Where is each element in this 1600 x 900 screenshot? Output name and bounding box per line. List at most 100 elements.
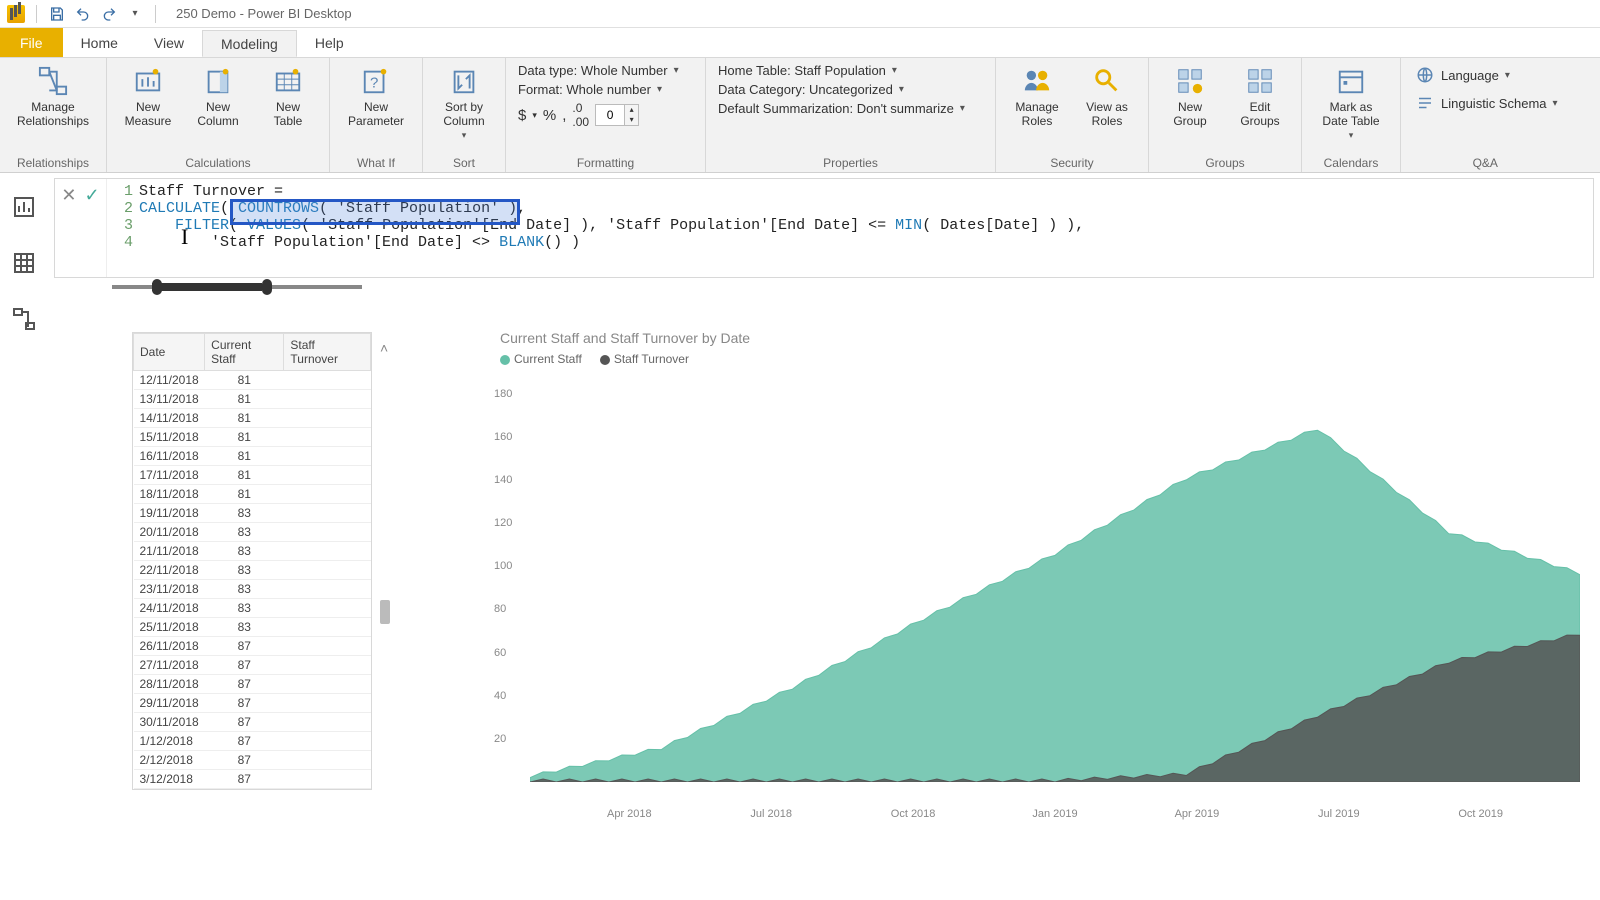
table-row[interactable]: 3/12/201887: [134, 770, 371, 789]
table-row[interactable]: 21/11/201883: [134, 542, 371, 561]
mark-as-date-table-button[interactable]: Mark as Date Table ▾: [1310, 62, 1392, 144]
decimal-button[interactable]: .0.00: [572, 101, 589, 129]
app-icon: [6, 4, 26, 24]
table-row[interactable]: 1/12/201887: [134, 732, 371, 751]
new-table-button[interactable]: New Table: [255, 62, 321, 130]
formula-editor[interactable]: 1Staff Turnover = 2CALCULATE( COUNTROWS(…: [107, 179, 1593, 277]
table-row[interactable]: 25/11/201883: [134, 618, 371, 637]
y-tick: 160: [494, 431, 512, 443]
new-group-button[interactable]: New Group: [1157, 62, 1223, 130]
ribbon: Manage Relationships Relationships New M…: [0, 58, 1600, 173]
chart-visual[interactable]: Current Staff and Staff Turnover by Date…: [500, 330, 1580, 830]
undo-icon[interactable]: [73, 4, 93, 24]
y-tick: 40: [494, 690, 506, 702]
decimal-places-input[interactable]: [596, 108, 624, 122]
ribbon-group-qa: Language▾ Linguistic Schema▾ Q&A: [1401, 58, 1570, 172]
table-row[interactable]: 2/12/201887: [134, 751, 371, 770]
tab-view[interactable]: View: [136, 28, 202, 57]
linguistic-schema-dropdown[interactable]: Linguistic Schema▾: [1409, 90, 1562, 116]
tab-modeling[interactable]: Modeling: [202, 30, 297, 57]
sort-by-column-button[interactable]: Sort by Column ▾: [431, 62, 497, 144]
table-row[interactable]: 26/11/201887: [134, 637, 371, 656]
table-row[interactable]: 23/11/201883: [134, 580, 371, 599]
data-view-button[interactable]: [8, 247, 40, 279]
new-measure-button[interactable]: New Measure: [115, 62, 181, 130]
chart-plot: 20406080100120140160180Apr 2018Jul 2018O…: [500, 372, 1580, 802]
table-row[interactable]: 28/11/201887: [134, 675, 371, 694]
scrollbar-thumb[interactable]: [380, 600, 390, 624]
new-parameter-button[interactable]: ? New Parameter: [338, 62, 414, 130]
slider-handle-left[interactable]: [152, 279, 162, 295]
percent-button[interactable]: %: [543, 107, 556, 124]
home-table-dropdown[interactable]: Home Table: Staff Population▾: [714, 62, 987, 79]
data-table[interactable]: DateCurrent StaffStaff Turnover 12/11/20…: [132, 332, 372, 790]
ribbon-group-whatif: ? New Parameter What If: [330, 58, 423, 172]
manage-relationships-button[interactable]: Manage Relationships: [8, 62, 98, 130]
table-row[interactable]: 29/11/201887: [134, 694, 371, 713]
ribbon-group-security: Manage Roles View as Roles Security: [996, 58, 1149, 172]
language-dropdown[interactable]: Language▾: [1409, 62, 1562, 88]
data-type-dropdown[interactable]: Data type: Whole Number▾: [514, 62, 697, 79]
format-dropdown[interactable]: Format: Whole number▾: [514, 81, 697, 98]
model-view-button[interactable]: [8, 303, 40, 335]
y-tick: 60: [494, 647, 506, 659]
data-category-dropdown[interactable]: Data Category: Uncategorized▾: [714, 81, 987, 98]
ribbon-group-calendars: Mark as Date Table ▾ Calendars: [1302, 58, 1401, 172]
tab-home[interactable]: Home: [63, 28, 136, 57]
decimal-places-spinner[interactable]: ▴▾: [595, 104, 639, 126]
manage-roles-button[interactable]: Manage Roles: [1004, 62, 1070, 130]
table-row[interactable]: 18/11/201881: [134, 485, 371, 504]
legend-dot-a: [500, 355, 510, 365]
chart-title: Current Staff and Staff Turnover by Date: [500, 330, 1580, 346]
table-row[interactable]: 27/11/201887: [134, 656, 371, 675]
ribbon-group-sort: Sort by Column ▾ Sort: [423, 58, 506, 172]
calendar-icon: [1334, 64, 1368, 98]
view-as-roles-button[interactable]: View as Roles: [1074, 62, 1140, 130]
save-icon[interactable]: [47, 4, 67, 24]
currency-button[interactable]: $: [518, 107, 526, 124]
ribbon-group-properties: Home Table: Staff Population▾ Data Categ…: [706, 58, 996, 172]
new-group-icon: [1173, 64, 1207, 98]
report-view-button[interactable]: [8, 191, 40, 223]
qat-dropdown-icon[interactable]: ▾: [125, 4, 145, 24]
table-row[interactable]: 14/11/201881: [134, 409, 371, 428]
tab-file[interactable]: File: [0, 28, 63, 57]
cancel-formula-button[interactable]: ✕: [61, 185, 76, 206]
date-slider[interactable]: [112, 285, 362, 289]
sort-icon: [447, 64, 481, 98]
tab-help[interactable]: Help: [297, 28, 362, 57]
x-tick: Oct 2018: [891, 808, 936, 820]
window-title: 250 Demo - Power BI Desktop: [176, 6, 352, 21]
table-icon: [271, 64, 305, 98]
table-row[interactable]: 12/11/201881: [134, 371, 371, 390]
summarization-dropdown[interactable]: Default Summarization: Don't summarize▾: [714, 100, 987, 117]
table-row[interactable]: 15/11/201881: [134, 428, 371, 447]
spin-up[interactable]: ▴: [625, 105, 638, 115]
thousands-button[interactable]: ,: [562, 107, 566, 124]
edit-groups-button[interactable]: Edit Groups: [1227, 62, 1293, 130]
slider-handle-right[interactable]: [262, 279, 272, 295]
table-row[interactable]: 13/11/201881: [134, 390, 371, 409]
table-row[interactable]: 19/11/201883: [134, 504, 371, 523]
table-row[interactable]: 17/11/201881: [134, 466, 371, 485]
table-row[interactable]: 22/11/201883: [134, 561, 371, 580]
table-row[interactable]: 24/11/201883: [134, 599, 371, 618]
table-row[interactable]: 16/11/201881: [134, 447, 371, 466]
y-tick: 120: [494, 517, 512, 529]
formula-bar[interactable]: ✕ ✓ 1Staff Turnover = 2CALCULATE( COUNTR…: [54, 178, 1594, 278]
ribbon-group-groups: New Group Edit Groups Groups: [1149, 58, 1302, 172]
separator: [36, 5, 37, 23]
column-header[interactable]: Staff Turnover: [284, 334, 371, 371]
relationships-icon: [36, 64, 70, 98]
spin-down[interactable]: ▾: [625, 115, 638, 125]
table-row[interactable]: 30/11/201887: [134, 713, 371, 732]
scroll-up-icon[interactable]: ˄: [380, 340, 388, 356]
column-header[interactable]: Date: [134, 334, 205, 371]
table-row[interactable]: 20/11/201883: [134, 523, 371, 542]
ribbon-group-calculations: New Measure New Column New Table Calcula…: [107, 58, 330, 172]
new-column-button[interactable]: New Column: [185, 62, 251, 130]
column-header[interactable]: Current Staff: [205, 334, 284, 371]
text-cursor-icon: I: [181, 224, 195, 244]
redo-icon[interactable]: [99, 4, 119, 24]
commit-formula-button[interactable]: ✓: [85, 185, 100, 206]
